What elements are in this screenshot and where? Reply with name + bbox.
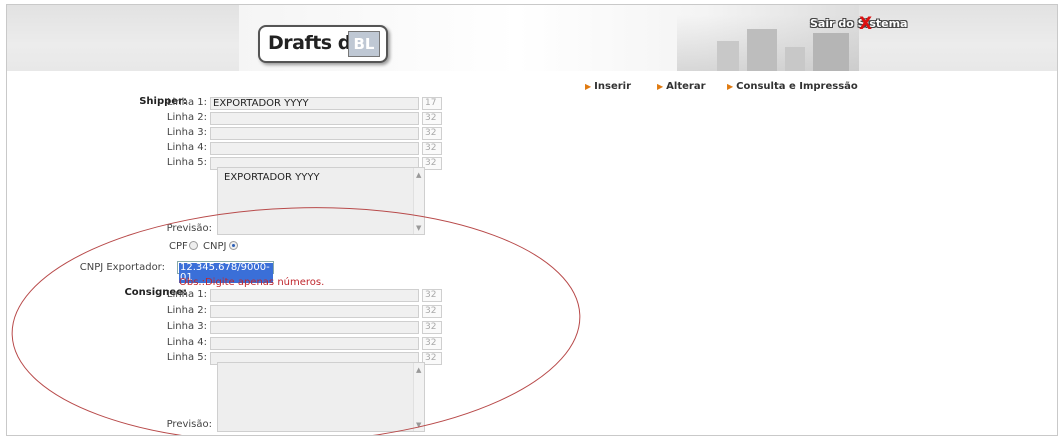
page-frame: Drafts de BL Sair do Sistema X ▶ Inserir … — [6, 4, 1058, 436]
annotation-ellipse — [11, 207, 581, 435]
